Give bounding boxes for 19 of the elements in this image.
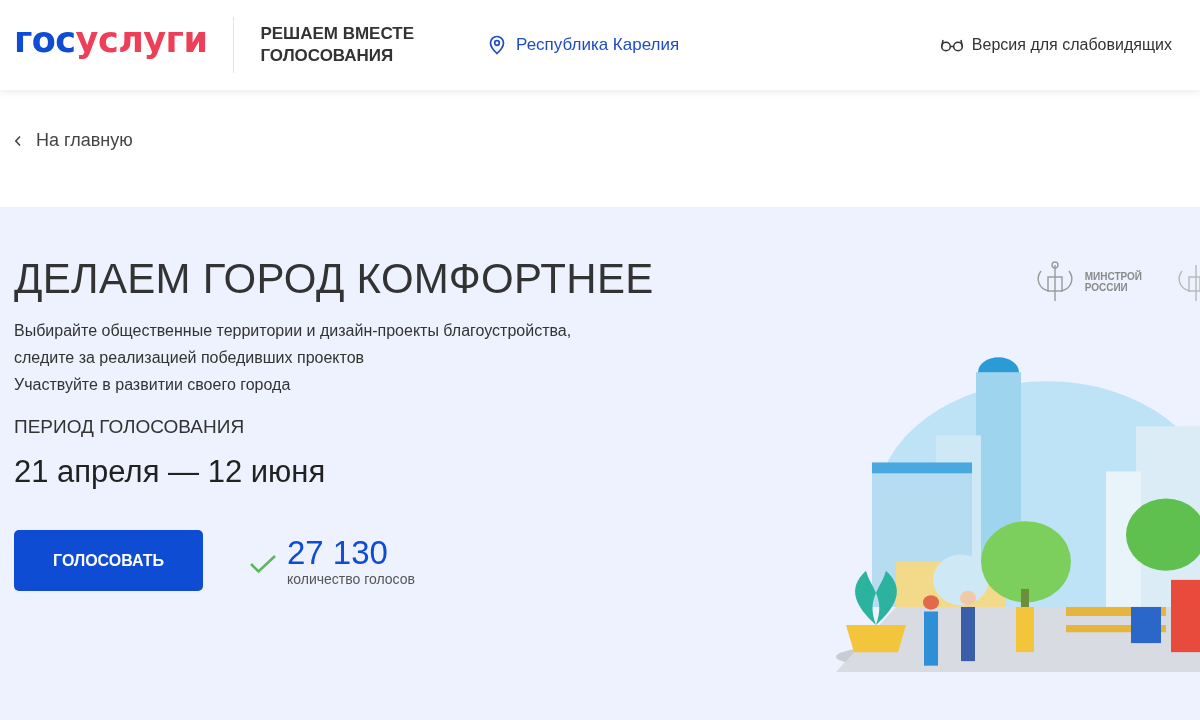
logo[interactable]: госуслуги <box>14 20 208 60</box>
back-link[interactable]: На главную <box>14 130 133 151</box>
period-label: ПЕРИОД ГОЛОСОВАНИЯ <box>14 416 246 438</box>
accessibility-link[interactable]: Версия для слабовидящих <box>939 36 1172 54</box>
description-text: Участвуйте в развитии своего города <box>14 375 292 395</box>
region-link[interactable]: Республика Карелия <box>488 35 680 55</box>
glasses-icon <box>939 38 964 52</box>
location-pin-icon <box>488 35 507 55</box>
description-text: следите за реализацией победивших проектов <box>14 348 366 368</box>
partner-name: МИНСТРОЙ РОССИИ <box>1084 271 1142 293</box>
hero-title: ДЕЛАЕМ ГОРОД КОМФОРТНЕЕ <box>14 255 654 303</box>
project-title: РЕШАЕМ ВМЕСТЕ ГОЛОСОВАНИЯ <box>260 23 415 67</box>
votes-label: количество голосов <box>287 570 415 587</box>
chevron-left-icon <box>14 134 22 147</box>
period-dates: 21 апреля — 12 июня <box>14 454 327 490</box>
vote-button[interactable]: ГОЛОСОВАТЬ <box>14 530 203 591</box>
votes-count: 27 130 <box>287 534 389 571</box>
checkmark-icon <box>249 553 277 574</box>
description-text: Выбирайте общественные территории и дизайн-проекты благоустройства, <box>14 321 573 341</box>
